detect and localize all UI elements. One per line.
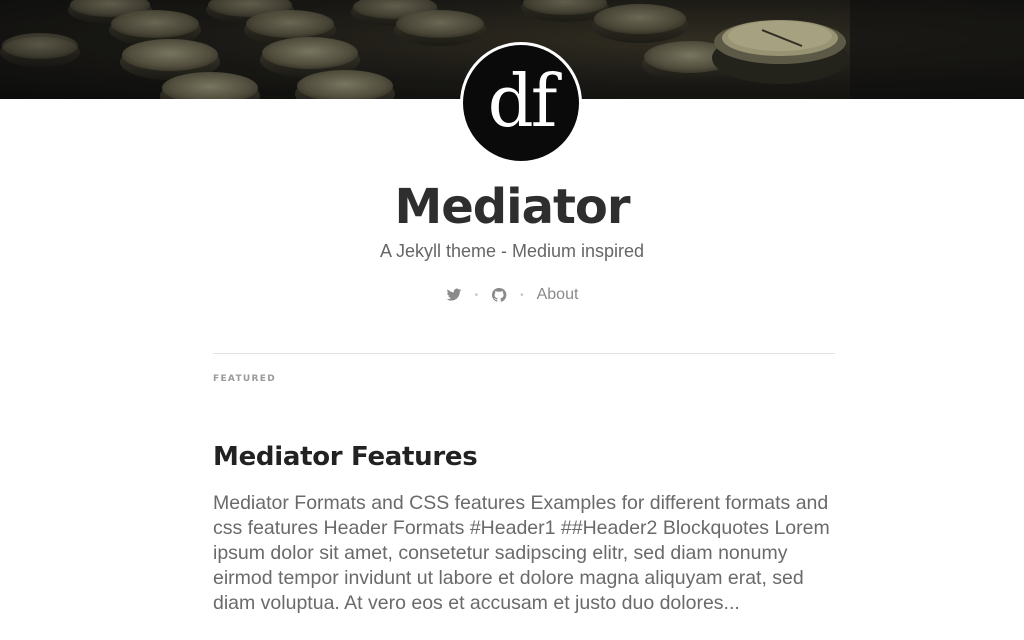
social-nav: • • About	[0, 283, 1024, 307]
site-logo[interactable]: df	[460, 42, 582, 164]
twitter-icon[interactable]	[446, 287, 462, 303]
nav-separator: •	[520, 289, 524, 301]
site-tagline: A Jekyll theme - Medium inspired	[379, 241, 645, 261]
section-label-featured: FEATURED	[213, 374, 276, 384]
post-excerpt: Mediator Formats and CSS features Exampl…	[213, 492, 830, 614]
nav-link-about[interactable]: About	[537, 286, 579, 304]
github-icon[interactable]	[491, 287, 507, 303]
logo-text: df	[463, 45, 579, 161]
nav-separator: •	[474, 289, 479, 301]
site-title[interactable]: Mediator	[0, 176, 1024, 238]
section-divider	[213, 353, 835, 354]
post-title-link[interactable]: Mediator Features	[213, 440, 835, 474]
